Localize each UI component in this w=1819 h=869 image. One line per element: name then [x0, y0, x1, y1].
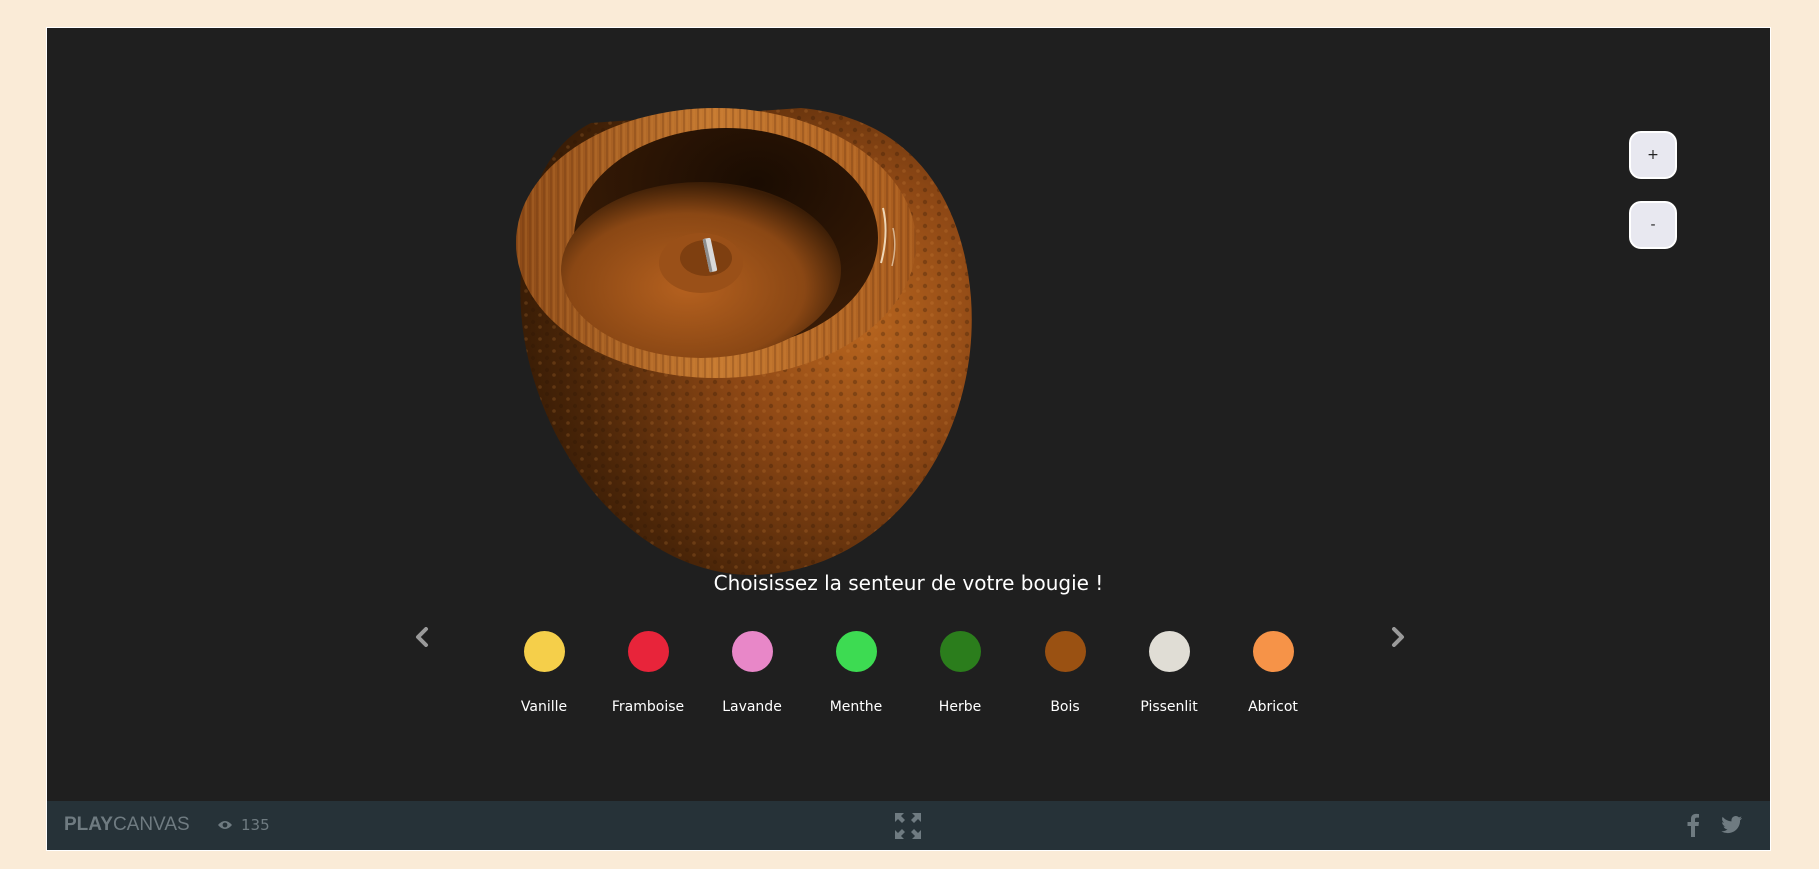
scent-color-swatch[interactable]	[1148, 631, 1190, 672]
scent-color-swatch[interactable]	[939, 631, 981, 672]
scent-color-swatch[interactable]	[731, 631, 773, 672]
scent-option-lavande[interactable]: Lavande	[692, 631, 812, 715]
scent-color-swatch[interactable]	[627, 631, 669, 672]
zoom-in-button[interactable]: +	[1629, 131, 1677, 179]
view-counter: 135	[217, 816, 270, 834]
scent-option-menthe[interactable]: Menthe	[796, 631, 916, 715]
scent-option-vanille[interactable]: Vanille	[484, 631, 604, 715]
3d-viewport[interactable]: + - Choisissez la senteur de votre bougi…	[47, 28, 1770, 801]
scent-prompt: Choisissez la senteur de votre bougie !	[713, 571, 1104, 595]
scent-option-pissenlit[interactable]: Pissenlit	[1109, 631, 1229, 715]
logo-play-text: PLAY	[64, 814, 113, 835]
chevron-right-icon	[1392, 627, 1404, 647]
scent-label: Lavande	[722, 699, 782, 715]
scent-option-framboise[interactable]: Framboise	[588, 631, 708, 715]
fullscreen-icon[interactable]	[893, 811, 923, 841]
facebook-icon[interactable]	[1685, 813, 1701, 837]
eye-icon	[218, 821, 232, 829]
scent-label: Herbe	[938, 699, 982, 715]
scent-label: Menthe	[829, 699, 883, 715]
scent-label: Framboise	[611, 699, 685, 715]
scent-color-swatch[interactable]	[1044, 631, 1086, 672]
playcanvas-logo[interactable]: PLAYCANVAS	[64, 814, 190, 836]
playcanvas-footer: PLAYCANVAS 135	[47, 801, 1770, 850]
scent-color-swatch[interactable]	[523, 631, 565, 672]
scent-option-herbe[interactable]: Herbe	[900, 631, 1020, 715]
zoom-out-button[interactable]: -	[1629, 201, 1677, 249]
prev-scents-button[interactable]	[410, 624, 434, 650]
candle-model[interactable]	[501, 78, 981, 588]
scent-color-swatch[interactable]	[835, 631, 877, 672]
scent-option-bois[interactable]: Bois	[1005, 631, 1125, 715]
logo-canvas-text: CANVAS	[112, 814, 190, 835]
app-frame: + - Choisissez la senteur de votre bougi…	[46, 27, 1771, 851]
scent-label: Pissenlit	[1140, 699, 1198, 715]
chevron-left-icon	[416, 627, 428, 647]
view-count: 135	[241, 816, 270, 834]
twitter-icon[interactable]	[1721, 815, 1743, 835]
scent-label: Vanille	[520, 699, 568, 715]
scent-label: Abricot	[1248, 699, 1298, 715]
next-scents-button[interactable]	[1386, 624, 1410, 650]
scent-label: Bois	[1050, 699, 1080, 715]
scent-color-swatch[interactable]	[1252, 631, 1294, 672]
scent-option-abricot[interactable]: Abricot	[1213, 631, 1333, 715]
